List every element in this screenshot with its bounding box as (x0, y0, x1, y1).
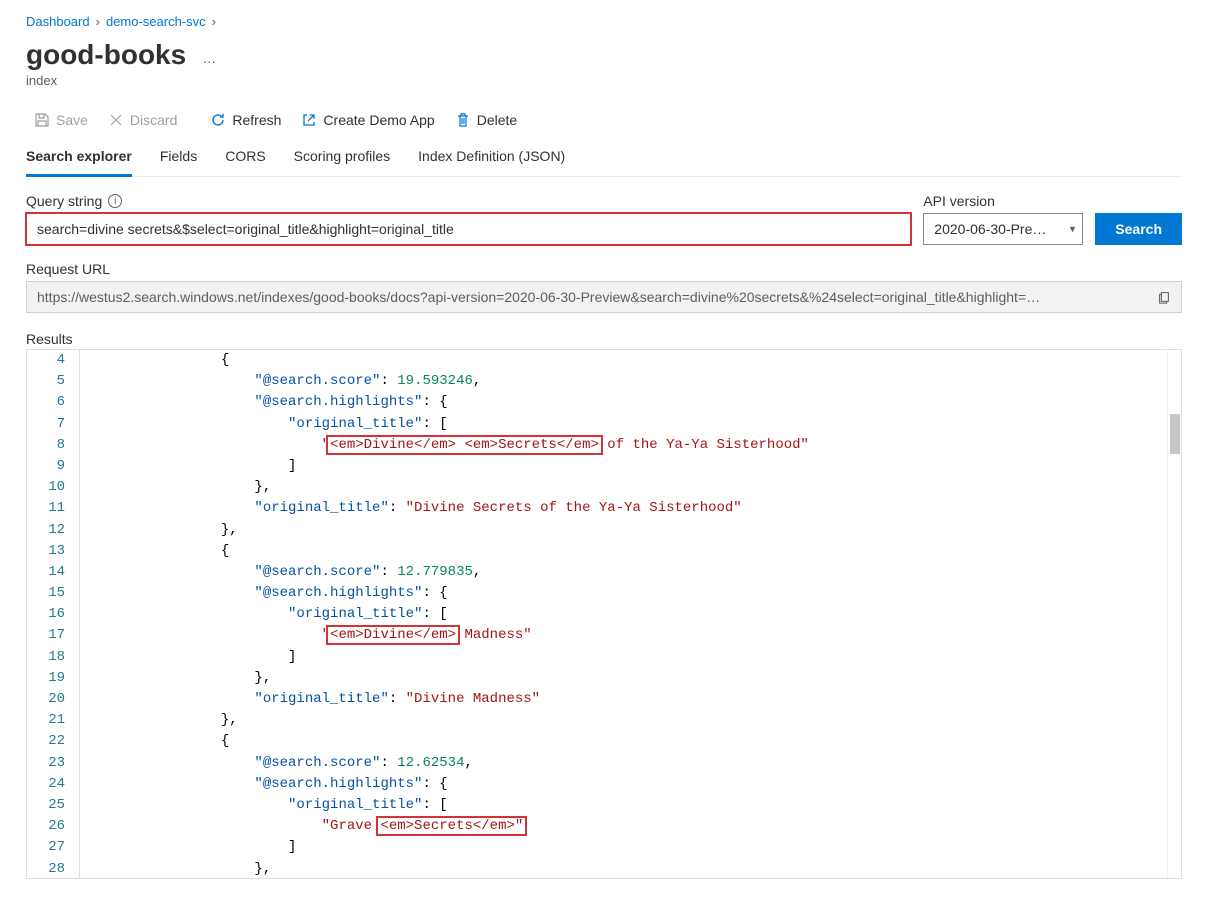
query-string-input[interactable] (26, 213, 911, 245)
query-string-label: Query string i (26, 193, 911, 209)
request-url-display: https://westus2.search.windows.net/index… (26, 281, 1182, 313)
page-title: good-books (26, 39, 186, 71)
code-content: { "@search.score": 19.593246, "@search.h… (120, 350, 1167, 878)
create-demo-app-button[interactable]: Create Demo App (293, 108, 442, 132)
discard-label: Discard (130, 112, 177, 128)
discard-icon (108, 112, 124, 128)
chevron-right-icon: › (212, 14, 216, 29)
refresh-label: Refresh (232, 112, 281, 128)
breadcrumb-service[interactable]: demo-search-svc (106, 14, 206, 29)
delete-label: Delete (477, 112, 517, 128)
chevron-right-icon: › (96, 14, 100, 29)
tab-scoring-profiles[interactable]: Scoring profiles (294, 142, 391, 177)
resource-type-label: index (26, 73, 1182, 88)
more-icon[interactable]: … (202, 40, 217, 66)
tab-fields[interactable]: Fields (160, 142, 197, 177)
search-button[interactable]: Search (1095, 213, 1182, 245)
results-editor[interactable]: 4567891011121314151617181920212223242526… (26, 349, 1182, 879)
save-button: Save (26, 108, 96, 132)
tab-index-definition[interactable]: Index Definition (JSON) (418, 142, 565, 177)
line-number-gutter: 4567891011121314151617181920212223242526… (27, 350, 79, 878)
tab-search-explorer[interactable]: Search explorer (26, 142, 132, 177)
refresh-icon (210, 112, 226, 128)
api-version-select[interactable]: 2020-06-30-Pre… ▾ (923, 213, 1083, 245)
copy-icon[interactable] (1157, 290, 1171, 304)
results-label: Results (26, 331, 1182, 347)
tab-cors[interactable]: CORS (225, 142, 265, 177)
api-version-label: API version (923, 193, 1083, 209)
trash-icon (455, 112, 471, 128)
refresh-button[interactable]: Refresh (202, 108, 289, 132)
request-url-label: Request URL (26, 261, 1182, 277)
save-label: Save (56, 112, 88, 128)
info-icon[interactable]: i (108, 194, 122, 208)
command-bar: Save Discard Refresh Create Demo App Del… (26, 104, 1182, 142)
minimap-scrollbar[interactable] (1167, 350, 1181, 878)
external-link-icon (301, 112, 317, 128)
breadcrumb: Dashboard › demo-search-svc › (26, 0, 1182, 35)
create-demo-app-label: Create Demo App (323, 112, 434, 128)
breadcrumb-dashboard[interactable]: Dashboard (26, 14, 90, 29)
request-url-text: https://westus2.search.windows.net/index… (37, 289, 1149, 305)
discard-button: Discard (100, 108, 185, 132)
tab-bar: Search explorer Fields CORS Scoring prof… (26, 142, 1182, 177)
save-icon (34, 112, 50, 128)
delete-button[interactable]: Delete (447, 108, 525, 132)
